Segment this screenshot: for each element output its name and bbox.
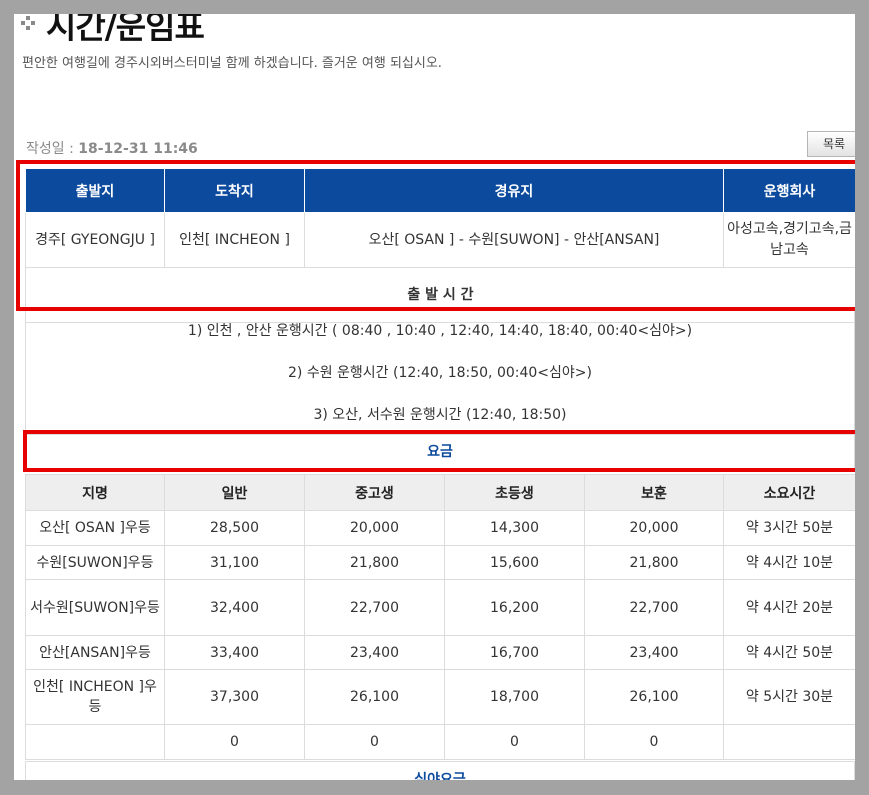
route-row: 경주[ GYEONGJU ] 인천[ INCHEON ] 오산[ OSAN ] … — [25, 212, 855, 268]
duration-cell: 약 4시간 10분 — [723, 545, 855, 580]
duration-cell: 약 5시간 30분 — [723, 669, 855, 725]
col-veteran: 보훈 — [584, 474, 724, 511]
child-fare: 15,600 — [444, 545, 585, 580]
adult-fare: 0 — [164, 724, 305, 760]
col-arrival: 도착지 — [164, 168, 305, 213]
veteran-fare: 23,400 — [584, 635, 724, 670]
route-table: 출발지 도착지 경유지 운행회사 경주[ GYEONGJU ] 인천[ INCH… — [25, 168, 855, 323]
fare-header-row: 지명 일반 중고생 초등생 보훈 소요시간 — [25, 474, 855, 511]
adult-fare: 28,500 — [164, 510, 305, 546]
veteran-fare: 21,800 — [584, 545, 724, 580]
place-cell: 서수원[SUWON]우등 — [25, 579, 165, 636]
col-adult: 일반 — [164, 474, 305, 511]
col-via: 경유지 — [304, 168, 724, 213]
child-fare: 14,300 — [444, 510, 585, 546]
veteran-fare: 22,700 — [584, 579, 724, 636]
student-fare: 20,000 — [304, 510, 445, 546]
post-date-value: 18-12-31 11:46 — [78, 141, 198, 157]
col-duration: 소요시간 — [723, 474, 855, 511]
duration-cell — [723, 724, 855, 760]
operator-cell: 아성고속,경기고속,금남고속 — [723, 212, 855, 268]
night-fare-heading: 심야요금 — [25, 761, 855, 780]
fare-heading: 요금 — [25, 434, 855, 470]
student-fare: 0 — [304, 724, 445, 760]
schedule-list: 1) 인천 , 안산 운행시간 ( 08:40 , 10:40 , 12:40,… — [25, 310, 855, 436]
adult-fare: 33,400 — [164, 635, 305, 670]
student-fare: 23,400 — [304, 635, 445, 670]
via-cell: 오산[ OSAN ] - 수원[SUWON] - 안산[ANSAN] — [304, 212, 724, 268]
place-cell: 안산[ANSAN]우등 — [25, 635, 165, 670]
schedule-line: 2) 수원 운행시간 (12:40, 18:50, 00:40<심야>) — [25, 352, 855, 394]
post-date: 작성일 : 18-12-31 11:46 — [26, 138, 198, 158]
table-row: 수원[SUWON]우등 31,100 21,800 15,600 21,800 … — [25, 545, 855, 580]
place-cell — [25, 724, 165, 760]
page-subtitle: 편안한 여행길에 경주시외버스터미널 함께 하겠습니다. 즐거운 여행 되십시오… — [22, 56, 442, 71]
table-row: 오산[ OSAN ]우등 28,500 20,000 14,300 20,000… — [25, 510, 855, 546]
list-button[interactable]: 목록 — [807, 131, 855, 157]
arrival-cell: 인천[ INCHEON ] — [164, 212, 305, 268]
place-cell: 오산[ OSAN ]우등 — [25, 510, 165, 546]
table-row: 안산[ANSAN]우등 33,400 23,400 16,700 23,400 … — [25, 635, 855, 670]
col-place: 지명 — [25, 474, 165, 511]
col-child: 초등생 — [444, 474, 585, 511]
post-date-label: 작성일 : — [26, 141, 79, 157]
child-fare: 18,700 — [444, 669, 585, 725]
col-student: 중고생 — [304, 474, 445, 511]
child-fare: 0 — [444, 724, 585, 760]
place-cell: 인천[ INCHEON ]우등 — [25, 669, 165, 725]
col-operator: 운행회사 — [723, 168, 855, 213]
duration-cell: 약 3시간 50분 — [723, 510, 855, 546]
content-panel: 시간/운임표 편안한 여행길에 경주시외버스터미널 함께 하겠습니다. 즐거운 … — [14, 14, 855, 780]
student-fare: 26,100 — [304, 669, 445, 725]
child-fare: 16,200 — [444, 579, 585, 636]
duration-cell: 약 4시간 50분 — [723, 635, 855, 670]
schedule-line: 1) 인천 , 안산 운행시간 ( 08:40 , 10:40 , 12:40,… — [25, 310, 855, 352]
adult-fare: 37,300 — [164, 669, 305, 725]
departure-cell: 경주[ GYEONGJU ] — [25, 212, 165, 268]
adult-fare: 31,100 — [164, 545, 305, 580]
duration-cell: 약 4시간 20분 — [723, 579, 855, 636]
student-fare: 21,800 — [304, 545, 445, 580]
child-fare: 16,700 — [444, 635, 585, 670]
veteran-fare: 26,100 — [584, 669, 724, 725]
route-header-row: 출발지 도착지 경유지 운행회사 — [25, 168, 855, 213]
veteran-fare: 0 — [584, 724, 724, 760]
schedule-line: 3) 오산, 서수원 운행시간 (12:40, 18:50) — [25, 394, 855, 436]
veteran-fare: 20,000 — [584, 510, 724, 546]
diamond-dots-icon — [21, 16, 35, 30]
table-row: 인천[ INCHEON ]우등 37,300 26,100 18,700 26,… — [25, 669, 855, 725]
adult-fare: 32,400 — [164, 579, 305, 636]
student-fare: 22,700 — [304, 579, 445, 636]
page-title: 시간/운임표 — [46, 14, 205, 46]
table-row: 0 0 0 0 — [25, 724, 855, 760]
place-cell: 수원[SUWON]우등 — [25, 545, 165, 580]
col-departure: 출발지 — [25, 168, 165, 213]
window-backdrop-edge — [855, 14, 869, 795]
fare-table: 지명 일반 중고생 초등생 보훈 소요시간 오산[ OSAN ]우등 28,50… — [25, 474, 855, 760]
table-row: 서수원[SUWON]우등 32,400 22,700 16,200 22,700… — [25, 579, 855, 636]
